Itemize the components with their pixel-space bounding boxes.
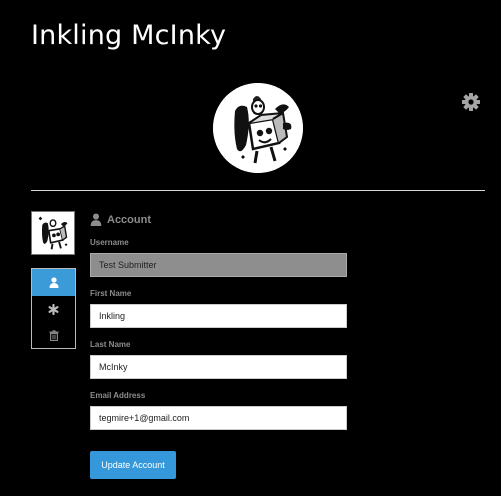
user-icon [49,277,58,288]
first-name-field[interactable] [90,304,347,328]
username-field [90,253,347,277]
nav-security[interactable] [32,296,75,322]
profile-side-nav [31,268,76,349]
profile-avatar [213,83,303,173]
header-divider [31,190,485,191]
gear-icon[interactable] [461,92,481,112]
nav-account[interactable] [32,269,75,296]
user-icon [90,213,102,226]
update-account-button[interactable]: Update Account [90,451,176,479]
asterisk-icon [48,303,59,315]
avatar-thumbnail[interactable] [31,211,75,255]
account-heading-label: Account [107,213,151,226]
email-field[interactable] [90,406,347,430]
first-name-label: First Name [90,289,132,298]
last-name-field[interactable] [90,355,347,379]
last-name-label: Last Name [90,340,131,349]
account-heading: Account [90,213,151,226]
nav-delete[interactable] [32,322,75,348]
trash-icon [49,329,58,341]
email-label: Email Address [90,391,146,400]
username-label: Username [90,238,129,247]
page-title: Inkling McInky [31,20,227,51]
